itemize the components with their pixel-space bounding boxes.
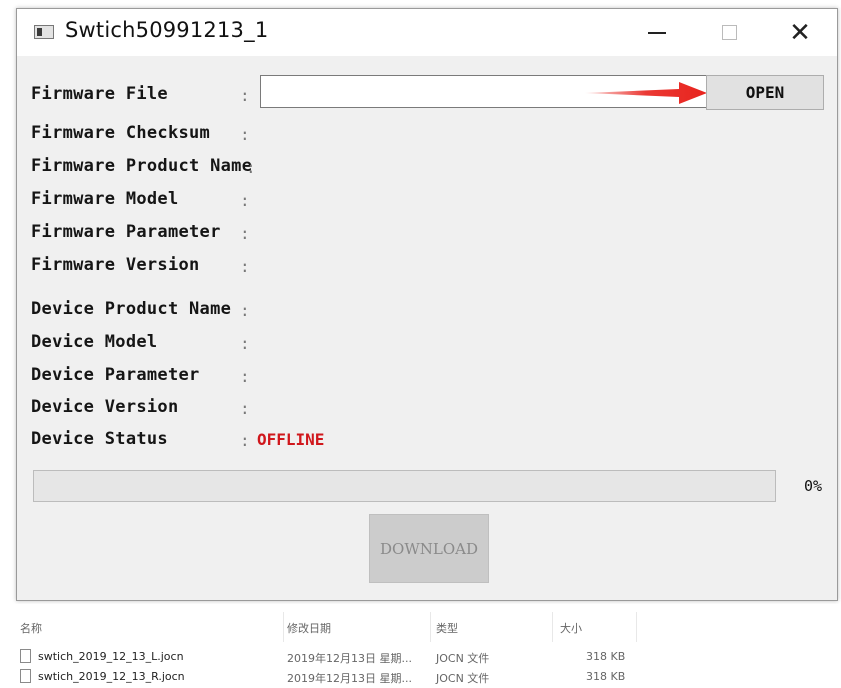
- device-parameter-colon: :: [240, 367, 250, 386]
- firmware-file-label: Firmware File: [31, 84, 168, 104]
- maximize-button[interactable]: [699, 9, 759, 56]
- file-row[interactable]: swtich_2019_12_13_L.jocn 2019年12月13日 星期.…: [0, 648, 841, 666]
- column-header-date[interactable]: 修改日期: [287, 620, 331, 636]
- progress-percent: 0%: [804, 477, 823, 495]
- firmware-version-label: Firmware Version: [31, 255, 200, 275]
- file-icon: [20, 669, 31, 683]
- maximize-icon: [721, 25, 737, 40]
- device-product-name-label: Device Product Name: [31, 299, 232, 319]
- file-row[interactable]: swtich_2019_12_13_R.jocn 2019年12月13日 星期.…: [0, 668, 841, 686]
- file-date: 2019年12月13日 星期...: [287, 672, 412, 685]
- device-status-colon: :: [240, 431, 250, 450]
- minimize-icon: [648, 31, 666, 34]
- device-model-colon: :: [240, 334, 250, 353]
- firmware-dialog: Swtich50991213_1 ✕ Firmware File : Firmw…: [16, 8, 838, 601]
- device-parameter-label: Device Parameter: [31, 365, 200, 385]
- red-arrow-icon: [585, 82, 707, 104]
- open-button[interactable]: OPEN: [706, 75, 824, 110]
- firmware-checksum-colon: :: [240, 125, 250, 144]
- download-button[interactable]: DOWNLOAD: [369, 514, 489, 583]
- firmware-file-colon: :: [240, 86, 250, 105]
- firmware-parameter-colon: :: [240, 224, 250, 243]
- file-icon: [20, 649, 31, 663]
- firmware-version-colon: :: [240, 257, 250, 276]
- firmware-model-label: Firmware Model: [31, 189, 179, 209]
- column-header-type[interactable]: 类型: [436, 620, 458, 636]
- column-divider: [636, 612, 637, 642]
- app-icon: [34, 25, 54, 39]
- close-icon: ✕: [789, 17, 811, 48]
- minimize-button[interactable]: [627, 9, 687, 56]
- device-version-label: Device Version: [31, 397, 179, 417]
- column-divider: [430, 612, 431, 642]
- device-status-label: Device Status: [31, 429, 168, 449]
- file-name: swtich_2019_12_13_L.jocn: [38, 650, 184, 663]
- file-size: 318 KB: [586, 670, 626, 683]
- device-product-name-colon: :: [240, 301, 250, 320]
- file-size: 318 KB: [586, 650, 626, 663]
- column-divider: [552, 612, 553, 642]
- progress-bar: [33, 470, 776, 502]
- firmware-product-name-label: Firmware Product Name: [31, 156, 253, 176]
- firmware-parameter-label: Firmware Parameter: [31, 222, 221, 242]
- column-header-size[interactable]: 大小: [560, 620, 582, 636]
- column-header-name[interactable]: 名称: [20, 620, 42, 636]
- device-model-label: Device Model: [31, 332, 158, 352]
- window-title: Swtich50991213_1: [65, 18, 269, 42]
- device-version-colon: :: [240, 399, 250, 418]
- firmware-product-name-colon: :: [246, 158, 256, 177]
- file-explorer-list: 名称 修改日期 类型 大小 swtich_2019_12_13_L.jocn 2…: [0, 604, 841, 688]
- file-type: JOCN 文件: [436, 652, 490, 665]
- firmware-checksum-label: Firmware Checksum: [31, 123, 211, 143]
- column-divider: [283, 612, 284, 642]
- file-name: swtich_2019_12_13_R.jocn: [38, 670, 185, 683]
- file-type: JOCN 文件: [436, 672, 490, 685]
- firmware-model-colon: :: [240, 191, 250, 210]
- device-status-value: OFFLINE: [257, 430, 325, 449]
- close-button[interactable]: ✕: [770, 9, 830, 56]
- file-date: 2019年12月13日 星期...: [287, 652, 412, 665]
- title-bar[interactable]: Swtich50991213_1 ✕: [17, 9, 837, 56]
